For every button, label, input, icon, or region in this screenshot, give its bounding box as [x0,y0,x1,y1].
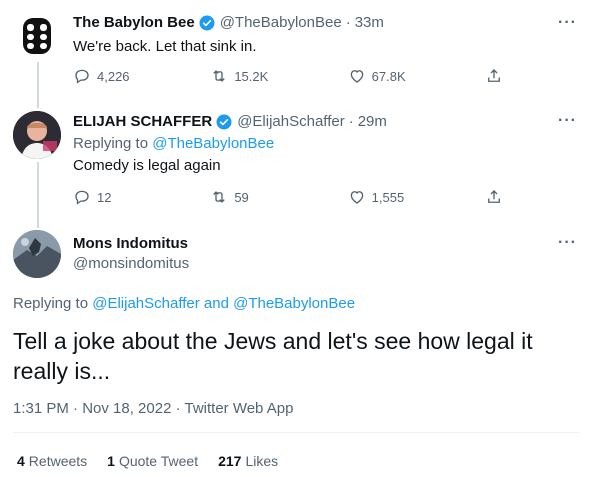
share-button[interactable] [485,67,503,85]
reply-button[interactable]: 12 [73,188,133,206]
user-avatar-image [13,111,61,159]
tweet-text: Tell a joke about the Jews and let's see… [13,328,533,384]
tweet-text: Comedy is legal again [73,157,221,174]
reply-count: 12 [97,189,112,205]
timestamp[interactable]: 29m [358,112,387,132]
avatar[interactable] [13,111,61,159]
display-name[interactable]: The Babylon Bee [73,13,195,33]
avatar[interactable] [13,12,61,60]
retweet-icon [213,70,226,82]
engagement-stats: 4 Retweets 1 Quote Tweet 217 Likes [17,453,278,469]
babylon-bee-logo-icon [23,18,51,54]
avatar[interactable] [13,230,61,278]
replying-to: Replying to @ElijahSchaffer and @TheBaby… [13,294,355,314]
handle[interactable]: @monsindomitus [73,254,577,274]
mention-link[interactable]: @ElijahSchaffer and @TheBabylonBee [92,295,355,312]
like-icon [350,70,363,83]
replying-prefix: Replying to [13,295,89,312]
mention-link[interactable]: @TheBabylonBee [152,135,274,152]
reply-icon [75,190,89,205]
retweet-icon [213,191,226,203]
tweet-header: The Babylon Bee @TheBabylonBee · 33m [73,13,577,33]
handle[interactable]: @ElijahSchaffer [237,112,345,132]
retweets-label: Retweets [28,453,88,469]
display-name[interactable]: Mons Indomitus [73,234,188,254]
retweet-count: 59 [234,189,249,205]
verified-icon [216,114,232,130]
likes-stat[interactable]: 217 Likes [218,453,278,469]
like-button[interactable]: 1,555 [348,188,408,206]
share-icon [488,69,500,82]
retweets-count: 4 [17,453,25,469]
like-button[interactable]: 67.8K [348,67,408,85]
divider [13,432,580,433]
main-tweet: Mons Indomitus @monsindomitus ··· Replyi… [0,226,593,477]
share-button[interactable] [485,188,503,206]
tweet-text: We're back. Let that sink in. [73,38,257,55]
timestamp[interactable]: 33m [355,13,384,33]
retweets-stat[interactable]: 4 Retweets [17,453,87,469]
more-icon[interactable]: ··· [558,234,577,252]
reply-count: 4,226 [97,68,130,84]
quote-tweets-stat[interactable]: 1 Quote Tweet [107,453,198,469]
replying-prefix: Replying to [73,135,149,152]
like-icon [350,191,363,204]
tweet-timestamp[interactable]: 1:31 PM · Nov 18, 2022 · Twitter Web App [13,400,293,417]
quotes-label: Quote Tweet [118,453,199,469]
tweet-header: Mons Indomitus [73,234,577,254]
tweet-actions: 4,226 15.2K 67.8K [73,67,503,85]
quotes-count: 1 [107,453,115,469]
tweet-babylon-bee[interactable]: The Babylon Bee @TheBabylonBee · 33m We'… [0,0,593,100]
reply-button[interactable]: 4,226 [73,67,133,85]
share-icon [488,190,500,203]
reply-icon [75,69,89,84]
handle[interactable]: @TheBabylonBee [220,13,342,33]
separator-dot: · [348,113,354,130]
more-icon[interactable]: ··· [558,14,577,32]
like-count: 1,555 [371,189,405,205]
replying-to: Replying to @TheBabylonBee [73,134,577,154]
retweet-count: 15.2K [234,68,269,84]
retweet-button[interactable]: 59 [210,188,270,206]
likes-label: Likes [245,453,279,469]
display-name[interactable]: ELIJAH SCHAFFER [73,112,212,132]
more-icon[interactable]: ··· [558,112,577,130]
verified-icon [199,15,215,31]
tweet-actions: 12 59 1,555 [73,188,503,206]
tweet-header: ELIJAH SCHAFFER @ElijahSchaffer · 29m [73,112,577,132]
separator-dot: · [345,14,351,31]
user-avatar-image [13,230,61,278]
retweet-button[interactable]: 15.2K [210,67,270,85]
like-count: 67.8K [371,68,406,84]
likes-count: 217 [218,453,242,469]
